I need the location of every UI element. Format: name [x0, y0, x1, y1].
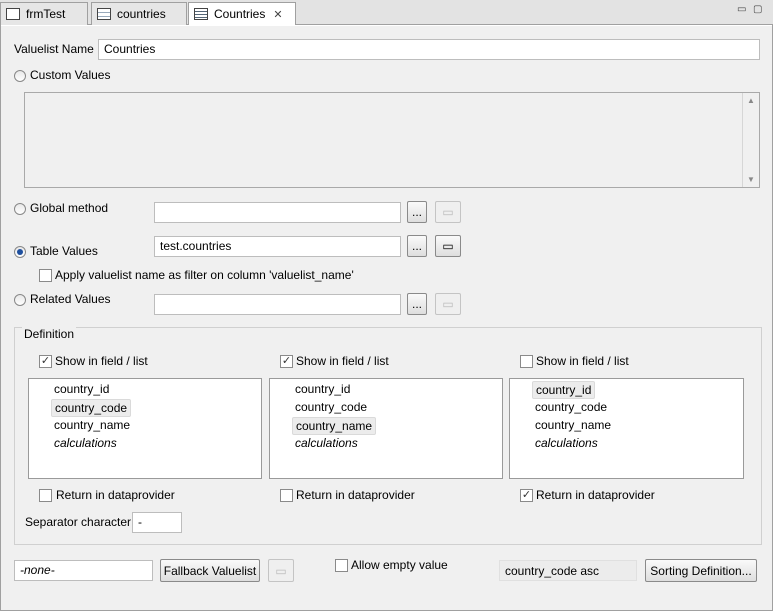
tab-frmtest[interactable]: frmTest [0, 2, 88, 25]
sort-definition-value: country_code asc [499, 560, 637, 581]
global-method-browse-button[interactable]: ... [407, 201, 427, 223]
apply-filter-label: Apply valuelist name as filter on column… [55, 268, 354, 282]
list-item[interactable]: calculations [532, 435, 601, 451]
global-method-edit-button[interactable]: ▭ [435, 201, 461, 223]
list-item[interactable]: country_code [51, 399, 132, 417]
global-method-radio[interactable] [14, 203, 26, 215]
return-in-dataprovider-checkbox-2[interactable] [280, 489, 293, 502]
tab-countries-valuelist[interactable]: Countries ✕ [188, 2, 296, 26]
return-in-dataprovider-label-2: Return in dataprovider [296, 488, 415, 502]
custom-values-scrollbar[interactable]: ▲ ▼ [742, 93, 759, 187]
table-values-label: Table Values [30, 244, 98, 258]
edit-icon: ▭ [442, 297, 454, 311]
custom-values-radio[interactable] [14, 70, 26, 82]
table-values-radio[interactable] [14, 246, 26, 258]
list-item[interactable]: country_id [51, 381, 112, 397]
allow-empty-checkbox[interactable] [335, 559, 348, 572]
fallback-valuelist-input[interactable]: -none- [14, 560, 153, 581]
edit-icon: ▭ [275, 563, 287, 578]
separator-label: Separator character [25, 515, 132, 529]
return-in-dataprovider-checkbox-3[interactable]: ✓ [520, 489, 533, 502]
return-in-dataprovider-checkbox-1[interactable] [39, 489, 52, 502]
list-item[interactable]: country_code [532, 399, 610, 415]
scroll-down-icon[interactable]: ▼ [747, 175, 755, 184]
form-icon [6, 8, 20, 20]
related-values-edit-button[interactable]: ▭ [435, 293, 461, 315]
definition-legend: Definition [22, 327, 77, 341]
list-item[interactable]: country_id [292, 381, 353, 397]
show-in-field-label-3: Show in field / list [536, 354, 629, 368]
allow-empty-label: Allow empty value [351, 558, 448, 572]
global-method-input[interactable] [154, 202, 401, 223]
sorting-definition-button[interactable]: Sorting Definition... [645, 559, 757, 582]
list-item[interactable]: country_name [51, 417, 133, 433]
dataprovider-list-1[interactable]: country_id country_code country_name cal… [28, 378, 262, 479]
related-values-radio[interactable] [14, 294, 26, 306]
show-in-field-label-2: Show in field / list [296, 354, 389, 368]
list-item[interactable]: country_id [532, 381, 596, 399]
related-values-label: Related Values [30, 292, 111, 306]
table-values-edit-button[interactable]: ▭ [435, 235, 461, 257]
scroll-up-icon[interactable]: ▲ [747, 96, 755, 105]
tab-countries-table[interactable]: countries [91, 2, 187, 25]
close-icon[interactable]: ✕ [273, 8, 282, 21]
edit-icon: ▭ [442, 205, 454, 219]
list-item[interactable]: country_name [532, 417, 614, 433]
dataprovider-list-3[interactable]: country_id country_code country_name cal… [509, 378, 744, 479]
apply-filter-checkbox[interactable] [39, 269, 52, 282]
return-in-dataprovider-label-1: Return in dataprovider [56, 488, 175, 502]
fallback-valuelist-button[interactable]: Fallback Valuelist [160, 559, 260, 582]
table-icon [97, 8, 111, 20]
valuelist-name-label: Valuelist Name [14, 42, 94, 56]
list-item[interactable]: calculations [51, 435, 120, 451]
show-in-field-label-1: Show in field / list [55, 354, 148, 368]
table-values-browse-button[interactable]: ... [407, 235, 427, 257]
return-in-dataprovider-label-3: Return in dataprovider [536, 488, 655, 502]
list-item[interactable]: country_name [292, 417, 377, 435]
custom-values-textarea[interactable]: ▲ ▼ [24, 92, 760, 188]
edit-icon: ▭ [442, 239, 454, 253]
dataprovider-list-2[interactable]: country_id country_code country_name cal… [269, 378, 503, 479]
related-values-browse-button[interactable]: ... [407, 293, 427, 315]
fallback-edit-button[interactable]: ▭ [268, 559, 294, 582]
related-values-input[interactable] [154, 294, 401, 315]
maximize-icon[interactable]: ▢ [753, 4, 762, 15]
list-item[interactable]: country_code [292, 399, 370, 415]
show-in-field-checkbox-3[interactable] [520, 355, 533, 368]
table-values-input[interactable]: test.countries [154, 236, 401, 257]
custom-values-label: Custom Values [30, 68, 111, 82]
list-item[interactable]: calculations [292, 435, 361, 451]
global-method-label: Global method [30, 201, 109, 215]
separator-input[interactable]: - [132, 512, 182, 533]
show-in-field-checkbox-1[interactable]: ✓ [39, 355, 52, 368]
valuelist-icon [194, 8, 208, 20]
show-in-field-checkbox-2[interactable]: ✓ [280, 355, 293, 368]
minimize-icon[interactable]: ▭ [737, 4, 746, 15]
valuelist-name-input[interactable]: Countries [98, 39, 760, 60]
